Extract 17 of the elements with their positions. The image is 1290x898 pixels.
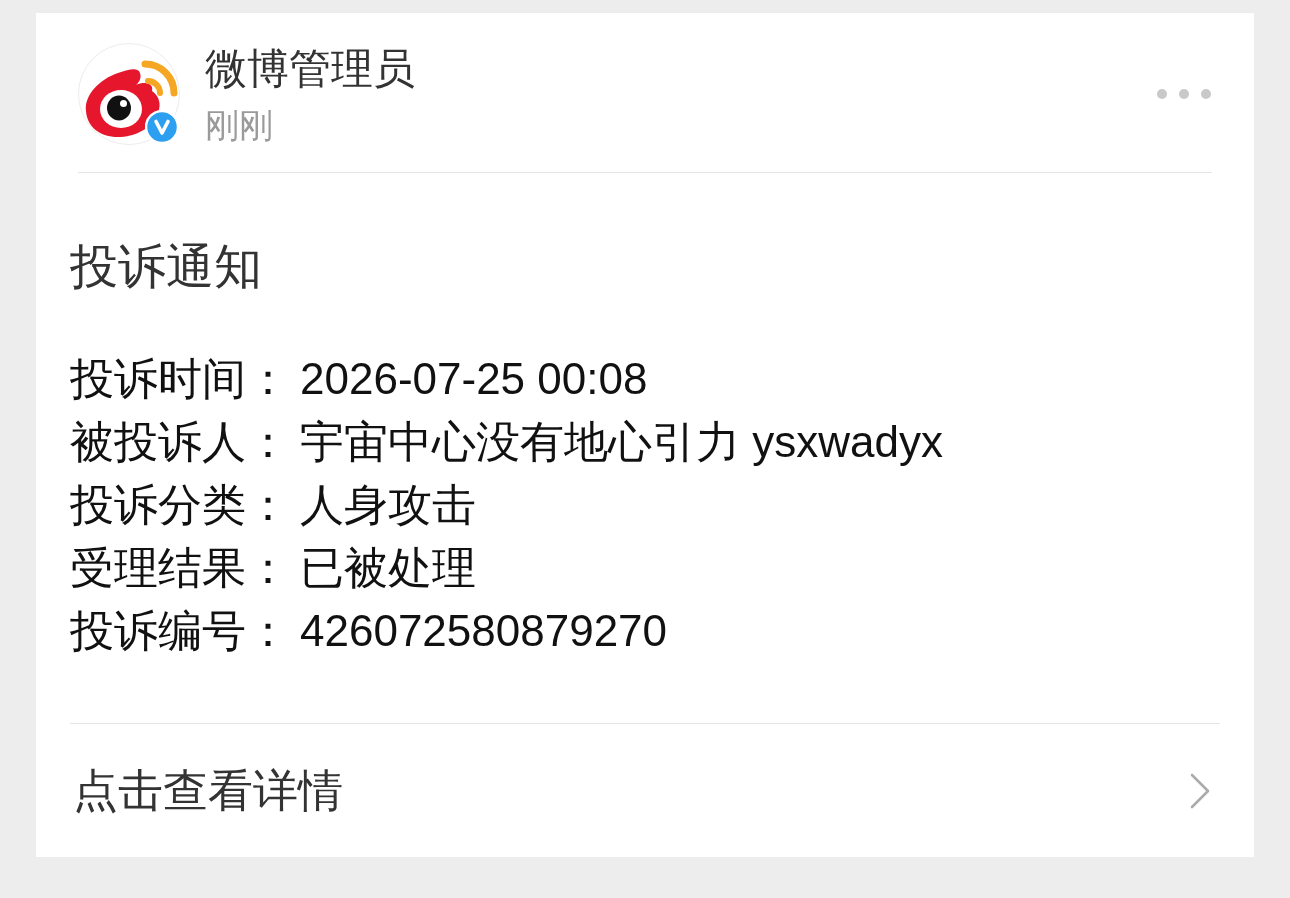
notice-title: 投诉通知: [70, 240, 262, 293]
logo-avatar-icon: [78, 43, 180, 145]
field-label: 被投诉人：: [70, 416, 290, 468]
field-value: 宇宙中心没有地心引力 ysxwadyx: [300, 416, 943, 468]
field-label: 受理结果：: [70, 542, 290, 594]
field-value: 426072580879270: [300, 605, 668, 657]
sender-name: 微博管理员: [205, 44, 415, 94]
field-label: 投诉分类：: [70, 479, 290, 531]
more-icon[interactable]: [1156, 88, 1212, 100]
field-value: 2026-07-25 00:08: [300, 353, 648, 405]
post-time: 刚刚: [205, 105, 273, 146]
field-label: 投诉时间：: [70, 353, 290, 405]
field-label: 投诉编号：: [70, 605, 290, 657]
field-value: 已被处理: [300, 542, 476, 594]
field-value: 人身攻击: [300, 479, 476, 531]
view-details-link[interactable]: 点击查看详情: [73, 763, 343, 818]
chevron-right-icon[interactable]: [1190, 772, 1210, 809]
